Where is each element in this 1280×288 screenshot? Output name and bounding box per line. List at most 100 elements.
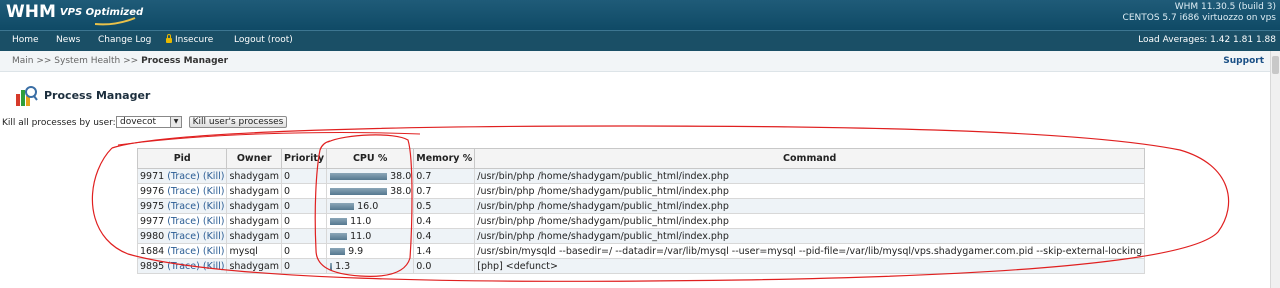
- kill-link[interactable]: (Kill): [203, 246, 225, 257]
- kill-link[interactable]: (Kill): [203, 201, 225, 212]
- header-owner[interactable]: Owner: [226, 148, 282, 169]
- owner-cell: shadygam: [226, 258, 282, 274]
- cpu-cell: 16.0: [326, 198, 415, 214]
- priority-cell: 0: [280, 198, 328, 214]
- breadcrumb-bar: Main >> System Health >> Process Manager…: [0, 51, 1280, 72]
- cpu-bar: [330, 172, 388, 180]
- pid-value: 9976: [140, 185, 165, 197]
- cpu-cell: 11.0: [326, 228, 415, 244]
- memory-cell: 0.7: [413, 183, 476, 199]
- owner-cell: shadygam: [226, 213, 282, 229]
- nav-change-log[interactable]: Change Log: [98, 35, 151, 45]
- cpu-bar: [330, 187, 388, 195]
- scrollbar[interactable]: [1270, 51, 1280, 288]
- header-priority[interactable]: Priority: [280, 148, 328, 169]
- lock-icon: [166, 34, 172, 43]
- table-row: 9975 (Trace) (Kill) shadygam 0 16.0 0.5/usr/…: [136, 198, 1146, 214]
- pid-cell: 9895 (Trace) (Kill): [136, 258, 228, 274]
- pid-cell: 9971 (Trace) (Kill): [136, 168, 228, 184]
- kill-link[interactable]: (Kill): [203, 261, 225, 272]
- user-select[interactable]: dovecot ▼: [116, 116, 182, 128]
- header-pid[interactable]: Pid: [136, 148, 228, 169]
- cpu-bar: [330, 217, 348, 225]
- pid-cell: 9980 (Trace) (Kill): [136, 228, 228, 244]
- memory-cell: 0.7: [413, 168, 476, 184]
- trace-link[interactable]: (Trace): [167, 186, 200, 197]
- memory-cell: 0.0: [413, 258, 476, 274]
- breadcrumb: Main >> System Health >> Process Manager: [12, 56, 228, 66]
- cpu-bar: [330, 247, 346, 255]
- command-cell: /usr/bin/php /home/shadygam/public_html/…: [474, 198, 1146, 214]
- cpu-cell: 38.0: [326, 168, 415, 184]
- cpu-value: 38.0: [390, 185, 412, 197]
- pid-cell: 9977 (Trace) (Kill): [136, 213, 228, 229]
- cpu-value: 16.0: [357, 200, 379, 212]
- table-row: 9976 (Trace) (Kill) shadygam 0 38.0 0.7/usr/…: [136, 183, 1146, 199]
- header-command[interactable]: Command: [474, 148, 1146, 169]
- kill-link[interactable]: (Kill): [203, 186, 225, 197]
- cpu-cell: 11.0: [326, 213, 415, 229]
- pid-value: 9977: [140, 215, 165, 227]
- table-row: 9980 (Trace) (Kill) shadygam 0 11.0 0.4/usr/…: [136, 228, 1146, 244]
- trace-link[interactable]: (Trace): [167, 231, 200, 242]
- scrollbar-thumb[interactable]: [1272, 56, 1279, 74]
- pid-value: 9895: [140, 260, 165, 272]
- command-cell: /usr/bin/php /home/shadygam/public_html/…: [474, 228, 1146, 244]
- trace-link[interactable]: (Trace): [167, 261, 200, 272]
- cpu-value: 9.9: [348, 245, 364, 257]
- table-row: 1684 (Trace) (Kill) mysql 0 9.9 1.4/usr/sbin…: [136, 243, 1146, 259]
- kill-link[interactable]: (Kill): [203, 216, 225, 227]
- chevron-down-icon[interactable]: ▼: [170, 117, 181, 127]
- nav-logout[interactable]: Logout (root): [234, 35, 293, 45]
- command-cell: /usr/bin/php /home/shadygam/public_html/…: [474, 183, 1146, 199]
- cpu-cell: 9.9: [326, 243, 415, 259]
- nav-home[interactable]: Home: [12, 35, 39, 45]
- support-link[interactable]: Support: [1223, 56, 1264, 66]
- priority-cell: 0: [280, 258, 328, 274]
- cpu-value: 11.0: [350, 215, 372, 227]
- cpu-value: 38.0: [390, 170, 412, 182]
- owner-cell: shadygam: [226, 198, 282, 214]
- command-cell: [php] <defunct>: [474, 258, 1146, 274]
- pid-value: 9980: [140, 230, 165, 242]
- top-header: WHM VPS Optimized WHM 11.30.5 (build 3) C…: [0, 0, 1280, 30]
- priority-cell: 0: [280, 183, 328, 199]
- priority-cell: 0: [280, 213, 328, 229]
- process-manager-icon: [16, 86, 38, 106]
- pid-value: 9975: [140, 200, 165, 212]
- owner-cell: shadygam: [226, 183, 282, 199]
- nav-insecure[interactable]: Insecure: [166, 34, 213, 45]
- kill-link[interactable]: (Kill): [203, 171, 225, 182]
- annotation-oval-inner: [117, 131, 421, 146]
- header-memory[interactable]: Memory %: [413, 148, 476, 169]
- version-info: WHM 11.30.5 (build 3) CENTOS 5.7 i686 vi…: [1123, 2, 1276, 24]
- kill-link[interactable]: (Kill): [203, 231, 225, 242]
- trace-link[interactable]: (Trace): [167, 216, 200, 227]
- breadcrumb-path[interactable]: Main >> System Health >>: [12, 56, 141, 66]
- priority-cell: 0: [280, 228, 328, 244]
- trace-link[interactable]: (Trace): [167, 171, 200, 182]
- kill-user-processes-button[interactable]: Kill user's processes: [189, 116, 287, 128]
- cpu-value: 11.0: [350, 230, 372, 242]
- command-cell: /usr/sbin/mysqld --basedir=/ --datadir=/…: [474, 243, 1146, 259]
- table-header-row: Pid Owner Priority CPU % Memory % Comman…: [136, 148, 1146, 169]
- cpu-bar: [330, 232, 348, 240]
- breadcrumb-current: Process Manager: [141, 56, 229, 66]
- trace-link[interactable]: (Trace): [167, 201, 200, 212]
- kill-label: Kill all processes by user:: [2, 118, 116, 128]
- priority-cell: 0: [280, 243, 328, 259]
- memory-cell: 0.4: [413, 213, 476, 229]
- memory-cell: 0.5: [413, 198, 476, 214]
- trace-link[interactable]: (Trace): [167, 246, 200, 257]
- pid-cell: 1684 (Trace) (Kill): [136, 243, 228, 259]
- cpu-cell: 38.0: [326, 183, 415, 199]
- memory-cell: 1.4: [413, 243, 476, 259]
- table-row: 9971 (Trace) (Kill) shadygam 0 38.0 0.7/usr/…: [136, 168, 1146, 184]
- nav-news[interactable]: News: [56, 35, 80, 45]
- cpu-cell: 1.3: [326, 258, 415, 274]
- header-cpu[interactable]: CPU %: [326, 148, 415, 169]
- page-title: Process Manager: [44, 89, 151, 102]
- nav-bar: Home News Change Log Insecure Logout (ro…: [0, 30, 1280, 51]
- cpu-bar: [330, 202, 355, 210]
- version-text: WHM 11.30.5 (build 3): [1174, 2, 1276, 12]
